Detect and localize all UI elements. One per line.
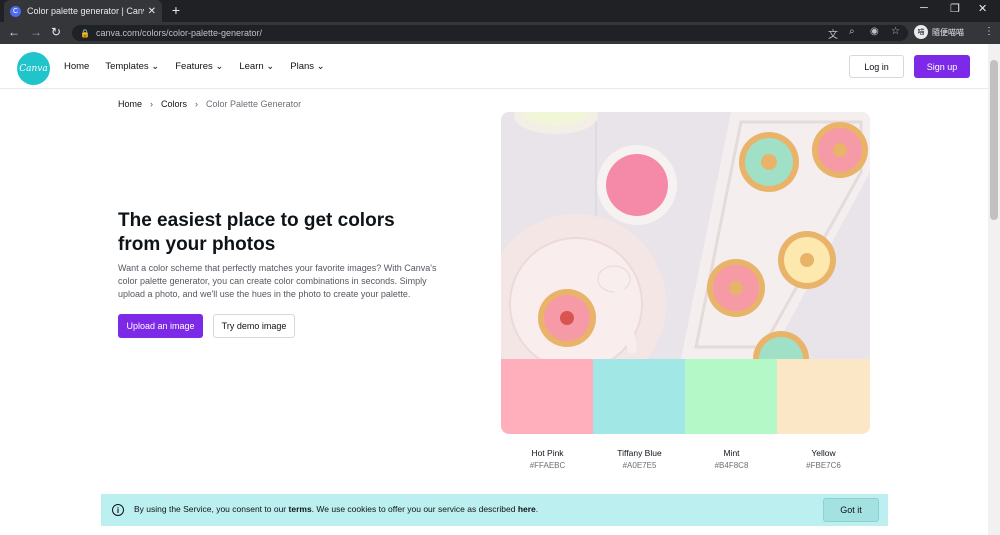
swatch-yellow[interactable] — [777, 359, 870, 434]
breadcrumb-separator-icon: › — [195, 99, 199, 109]
nav-learn[interactable]: Learn ⌄ — [239, 61, 274, 72]
close-window-icon[interactable]: ✕ — [978, 2, 987, 15]
new-tab-icon[interactable]: + — [168, 2, 184, 18]
breadcrumb-home[interactable]: Home — [118, 99, 142, 109]
swatch-hex[interactable]: #FFAEBC — [501, 461, 594, 470]
minimize-icon[interactable]: ─ — [920, 2, 928, 14]
breadcrumb-current: Color Palette Generator — [206, 99, 302, 109]
tab-title: Color palette generator | Canva — [27, 6, 144, 16]
browser-toolbar: ← → ↻ 🔒 canva.com/colors/color-palette-g… — [0, 22, 1000, 44]
close-tab-icon[interactable]: ✕ — [148, 6, 156, 17]
swatch-tiffany-blue[interactable] — [593, 359, 686, 434]
canva-favicon-icon: C — [10, 5, 21, 17]
upload-image-button[interactable]: Upload an image — [118, 314, 203, 338]
nav-home[interactable]: Home — [64, 61, 89, 72]
breadcrumb: Home › Colors › Color Palette Generator — [118, 99, 301, 109]
page-title: The easiest place to get colors from you… — [118, 210, 395, 255]
zoom-icon[interactable]: ⌕ — [849, 26, 855, 37]
browser-tab[interactable]: C Color palette generator | Canva ✕ — [4, 0, 162, 22]
profile-name: 隨便喵喵 — [932, 27, 964, 37]
profile-button[interactable]: 喵 隨便喵喵 — [914, 25, 964, 39]
swatch-hex[interactable]: #B4F8C8 — [685, 461, 778, 470]
main-nav: Home Templates ⌄ Features ⌄ Learn ⌄ Plan… — [64, 61, 341, 72]
restore-icon[interactable]: ❐ — [950, 2, 960, 15]
forward-arrow-icon[interactable]: → — [30, 25, 42, 39]
swatch-name: Yellow — [811, 448, 836, 458]
url-text: canva.com/colors/color-palette-generator… — [95, 28, 263, 38]
back-arrow-icon[interactable]: ← — [8, 25, 20, 39]
swatch-hex[interactable]: #FBE7C6 — [777, 461, 870, 470]
donut — [739, 132, 799, 192]
try-demo-button[interactable]: Try demo image — [213, 314, 295, 338]
avatar: 喵 — [914, 25, 928, 39]
site-header: Canva Home Templates ⌄ Features ⌄ Learn … — [0, 44, 988, 89]
nav-features[interactable]: Features ⌄ — [175, 61, 223, 72]
page-scrollbar[interactable] — [988, 44, 1000, 535]
swatch-mint[interactable] — [685, 359, 778, 434]
breadcrumb-separator-icon: › — [150, 99, 154, 109]
login-button[interactable]: Log in — [849, 55, 904, 78]
address-bar[interactable]: 🔒 canva.com/colors/color-palette-generat… — [72, 25, 908, 41]
swatch-hex[interactable]: #A0E7E5 — [593, 461, 686, 470]
breadcrumb-colors[interactable]: Colors — [161, 99, 187, 109]
swatch-name: Hot Pink — [531, 448, 564, 458]
demo-photo — [501, 112, 870, 359]
info-icon: i — [112, 504, 124, 516]
scrollbar-thumb[interactable] — [990, 60, 998, 220]
more-menu-icon[interactable]: ⋮ — [984, 26, 994, 37]
terms-link[interactable]: terms — [289, 504, 312, 514]
palette-card — [501, 112, 870, 434]
cookie-text: By using the Service, you consent to our… — [134, 504, 539, 514]
cookie-banner: i By using the Service, you consent to o… — [101, 494, 888, 526]
browser-tab-bar: C Color palette generator | Canva ✕ + ─ … — [0, 0, 1000, 22]
canva-logo[interactable]: Canva — [17, 52, 50, 85]
signup-button[interactable]: Sign up — [914, 55, 970, 78]
got-it-button[interactable]: Got it — [823, 498, 879, 522]
bookmark-star-icon[interactable]: ☆ — [891, 26, 900, 37]
nav-templates[interactable]: Templates ⌄ — [105, 61, 159, 72]
lock-icon: 🔒 — [80, 28, 90, 38]
translate-icon[interactable]: 文 — [828, 26, 838, 41]
swatch-hot-pink[interactable] — [501, 359, 594, 434]
reload-icon[interactable]: ↻ — [51, 25, 61, 39]
nav-plans[interactable]: Plans ⌄ — [290, 61, 324, 72]
swatch-name: Tiffany Blue — [617, 448, 662, 458]
eye-off-icon[interactable]: ◉ — [870, 26, 879, 37]
swatch-name: Mint — [723, 448, 740, 458]
hero-description: Want a color scheme that perfectly match… — [118, 263, 437, 299]
here-link[interactable]: here — [518, 504, 536, 514]
